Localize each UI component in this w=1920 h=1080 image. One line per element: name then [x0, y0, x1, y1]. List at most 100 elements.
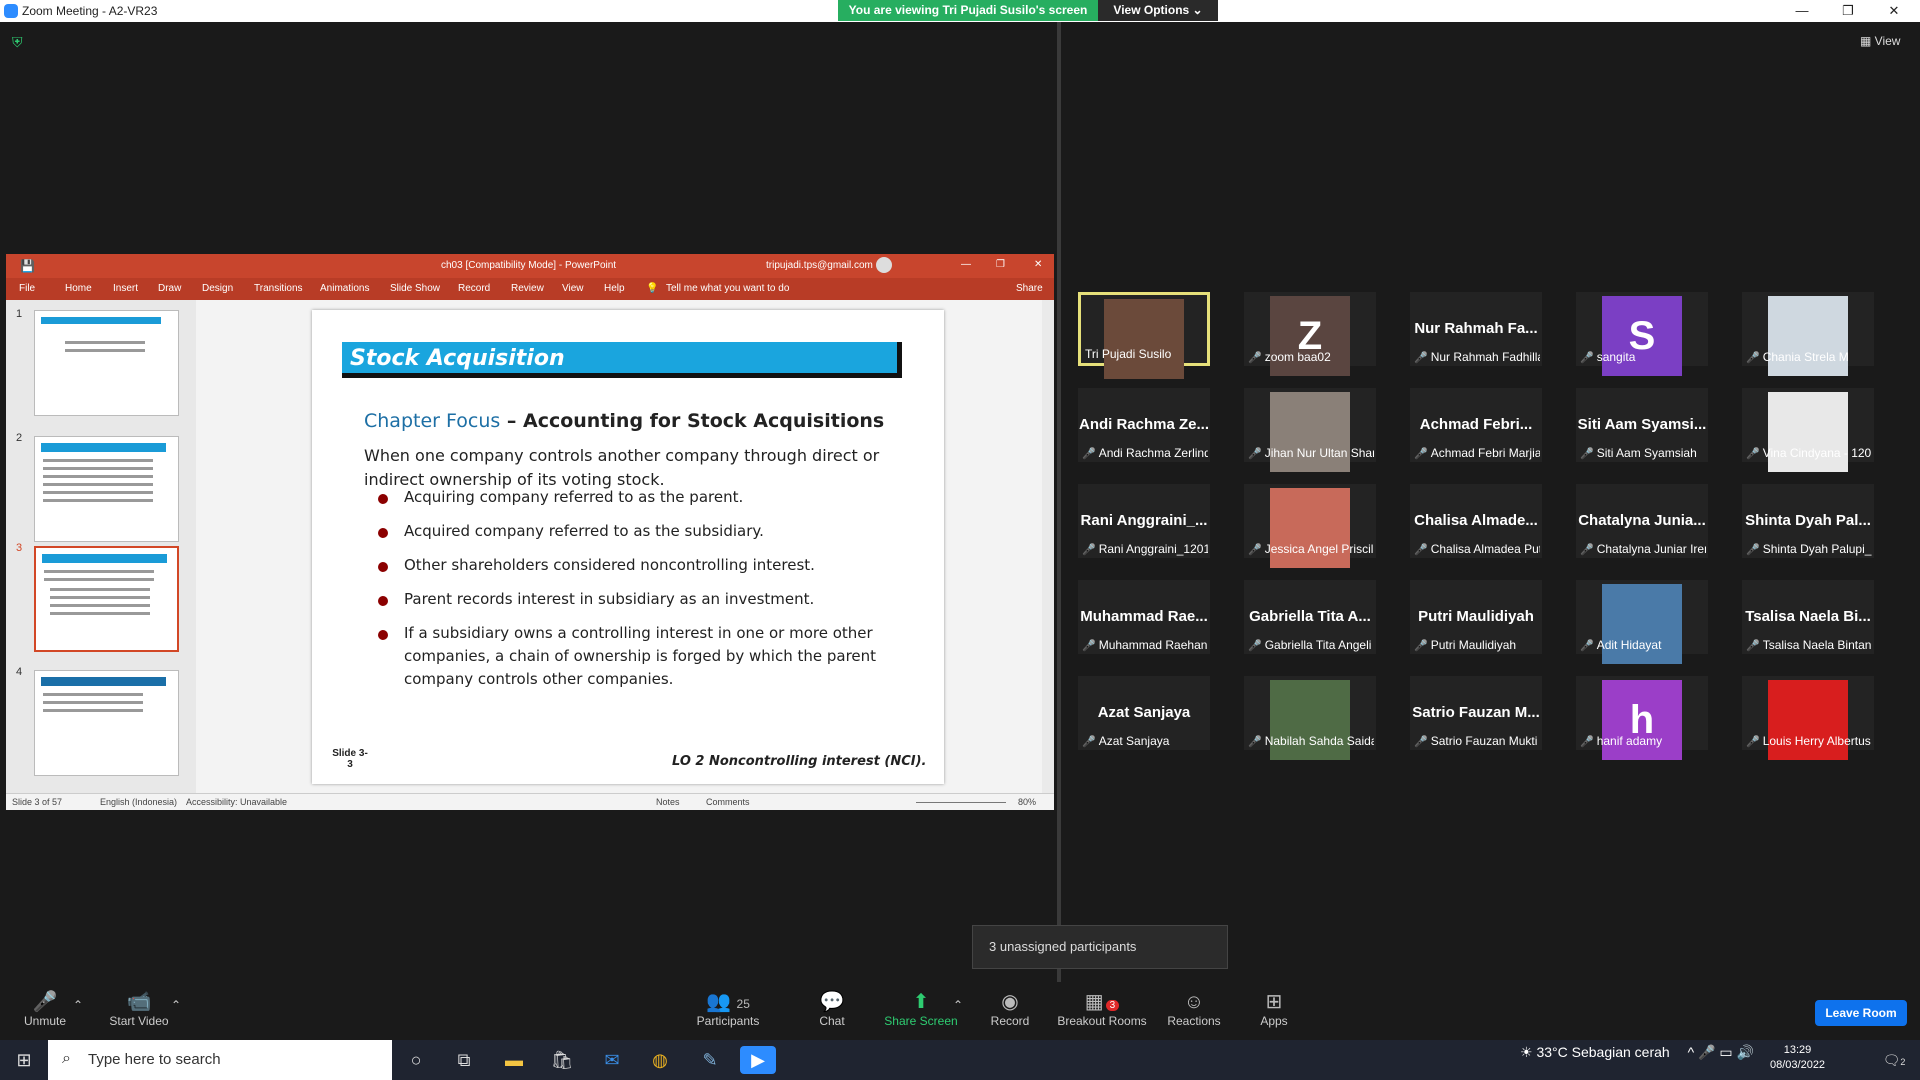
view-options-button[interactable]: View Options ⌄ [1098, 0, 1218, 21]
video-options-chevron-icon[interactable]: ⌃ [168, 998, 184, 1012]
participant-display-name: Andi Rachma Ze... [1078, 416, 1210, 433]
ppt-minimize-icon[interactable]: — [961, 259, 971, 270]
microphone-icon[interactable]: 🎤 [1698, 1044, 1715, 1060]
user-avatar[interactable] [876, 257, 892, 273]
save-icon[interactable]: 💾 [20, 259, 35, 273]
tray-chevron-icon[interactable]: ^ [1688, 1044, 1695, 1060]
ppt-close-icon[interactable]: ✕ [1034, 259, 1042, 270]
record-button[interactable]: ◉ Record [980, 990, 1040, 1028]
ppt-share-button[interactable]: Share [1016, 283, 1043, 294]
tab-view[interactable]: View [562, 283, 584, 294]
participant-name: Tsalisa Naela Bintan ... [1762, 638, 1872, 652]
security-shield-icon[interactable]: ⛨ [12, 34, 28, 52]
notes-button[interactable]: Notes [656, 797, 680, 807]
participant-tile[interactable]: h 🎤 hanif adamy [1576, 676, 1708, 760]
store-icon[interactable]: 🛍 [544, 1046, 580, 1074]
participant-tile[interactable]: Gabriella Tita A... 🎤 Gabriella Tita Angel… [1244, 580, 1376, 654]
participant-tile[interactable]: Nur Rahmah Fa... 🎤Nur Rahmah Fadhilla... [1410, 292, 1542, 366]
leave-room-button[interactable]: Leave Room [1815, 1000, 1907, 1026]
participant-tile[interactable]: Azat Sanjaya 🎤 Azat Sanjaya [1078, 676, 1210, 750]
participant-tile[interactable]: Shinta Dyah Pal... 🎤Shinta Dyah Palupi_12… [1742, 484, 1874, 558]
participant-tile[interactable]: Siti Aam Syamsi... 🎤 Siti Aam Syamsiah [1576, 388, 1708, 462]
accessibility-status[interactable]: Accessibility: Unavailable [186, 797, 287, 807]
chat-button[interactable]: 💬 Chat [800, 990, 864, 1028]
reactions-button[interactable]: ☺ Reactions [1162, 990, 1226, 1028]
participant-tile[interactable]: 🎤 Nabilah Sahda Saidah [1244, 676, 1376, 760]
share-options-chevron-icon[interactable]: ⌃ [950, 998, 966, 1012]
close-button[interactable]: ✕ [1872, 0, 1916, 22]
breakout-rooms-label: Breakout Rooms [1057, 1014, 1147, 1028]
participant-tile[interactable]: Andi Rachma Ze... 🎤Andi Rachma Zerlind... [1078, 388, 1210, 462]
taskbar-search[interactable]: ⌕ Type here to search [48, 1040, 392, 1080]
participant-tile[interactable]: Chalisa Almade... 🎤Chalisa Almadea Putri.… [1410, 484, 1542, 558]
participant-tile[interactable]: Tsalisa Naela Bi... 🎤 Tsalisa Naela Bintan… [1742, 580, 1874, 654]
participant-tile[interactable]: 🎤 Louis Herry Albertus [1742, 676, 1874, 760]
tab-record[interactable]: Record [458, 283, 490, 294]
participant-tile[interactable]: Achmad Febri... 🎤 Achmad Febri Marjia... [1410, 388, 1542, 462]
apps-label: Apps [1260, 1014, 1288, 1028]
participant-tile[interactable]: Z 🎤 zoom baa02 [1244, 292, 1376, 376]
notepad-icon[interactable]: ✎ [692, 1046, 728, 1074]
participant-tile[interactable]: 🎤Vina Cindyana - 1201... [1742, 388, 1874, 472]
unmute-button[interactable]: 🎤 Unmute [20, 990, 70, 1028]
mic-muted-icon: 🎤 [1248, 736, 1262, 748]
slide-thumbnail-4[interactable] [34, 670, 179, 776]
file-explorer-icon[interactable]: ▬ [496, 1046, 532, 1074]
participant-tile[interactable]: 🎤 Jessica Angel Priscillia [1244, 484, 1376, 568]
participant-tile[interactable]: S 🎤 sangita [1576, 292, 1708, 376]
participant-name-label: 🎤 Louis Herry Albertus [1746, 734, 1872, 748]
network-icon[interactable]: ▭ [1719, 1044, 1732, 1060]
mail-icon[interactable]: ✉ [594, 1046, 630, 1074]
participant-tile[interactable]: Chatalyna Junia... 🎤Chatalyna Juniar Iren… [1576, 484, 1708, 558]
tab-home[interactable]: Home [65, 283, 92, 294]
tab-review[interactable]: Review [511, 283, 544, 294]
participant-tile[interactable]: Rani Anggraini_... 🎤Rani Anggraini_12010.… [1078, 484, 1210, 558]
participant-display-name: Siti Aam Syamsi... [1577, 416, 1707, 433]
tab-help[interactable]: Help [604, 283, 625, 294]
participant-tile[interactable]: Muhammad Rae... 🎤 Muhammad Raehan [1078, 580, 1210, 654]
participants-button[interactable]: 👥 25 Participants [690, 990, 766, 1028]
slide-thumbnail-2[interactable] [34, 436, 179, 542]
start-video-button[interactable]: 📹 Start Video [104, 990, 174, 1028]
cortana-icon[interactable]: ○ [398, 1046, 434, 1074]
notification-icon[interactable]: 🗨2 [1876, 1046, 1912, 1074]
slide-thumbnail-1[interactable] [34, 310, 179, 416]
zoom-slider[interactable] [916, 802, 1006, 803]
zoom-taskbar-icon[interactable]: ▶ [740, 1046, 776, 1074]
taskbar-clock[interactable]: 13:29 08/03/2022 [1770, 1043, 1825, 1073]
tab-file[interactable]: File [19, 283, 35, 294]
participant-tile[interactable]: Satrio Fauzan M... 🎤 Satrio Fauzan Mukti .… [1410, 676, 1542, 750]
weather-text[interactable]: 33°C Sebagian cerah [1536, 1044, 1669, 1060]
language[interactable]: English (Indonesia) [100, 797, 177, 807]
audio-options-chevron-icon[interactable]: ⌃ [70, 998, 86, 1012]
participant-tile[interactable]: Tri Pujadi Susilo [1078, 292, 1210, 379]
slide-thumbnail-3[interactable] [34, 546, 179, 652]
volume-icon[interactable]: 🔊 [1737, 1044, 1754, 1060]
apps-button[interactable]: ⊞ Apps [1244, 990, 1304, 1028]
tell-me-search[interactable]: Tell me what you want to do [666, 283, 789, 294]
tab-animations[interactable]: Animations [320, 283, 369, 294]
participant-tile[interactable]: Putri Maulidiyah 🎤 Putri Maulidiyah [1410, 580, 1542, 654]
participant-tile[interactable]: 🎤 Adit Hidayat [1576, 580, 1708, 664]
maximize-button[interactable]: ❐ [1826, 0, 1870, 22]
participant-tile[interactable]: 🎤 Jihan Nur Ultan Shani [1244, 388, 1376, 472]
vertical-scrollbar[interactable] [1042, 300, 1054, 793]
task-view-icon[interactable]: ⧉ [446, 1046, 482, 1074]
breakout-rooms-button[interactable]: ▦ 3 Breakout Rooms [1054, 990, 1150, 1028]
ppt-restore-icon[interactable]: ❐ [996, 259, 1005, 270]
participant-name: Nur Rahmah Fadhilla... [1430, 350, 1540, 364]
tab-design[interactable]: Design [202, 283, 233, 294]
tab-slide-show[interactable]: Slide Show [390, 283, 440, 294]
tab-insert[interactable]: Insert [113, 283, 138, 294]
split-divider[interactable] [1057, 22, 1061, 982]
comments-button[interactable]: Comments [706, 797, 750, 807]
participant-name-label: 🎤 Muhammad Raehan [1082, 638, 1208, 652]
zoom-level[interactable]: 80% [1018, 797, 1036, 807]
view-button[interactable]: ▦ View [1860, 34, 1900, 48]
tab-draw[interactable]: Draw [158, 283, 181, 294]
minimize-button[interactable]: — [1780, 0, 1824, 22]
windows-start-icon[interactable]: ⊞ [6, 1046, 42, 1074]
tab-transitions[interactable]: Transitions [254, 283, 303, 294]
participant-tile[interactable]: 🎤 Chania Strela M [1742, 292, 1874, 376]
chrome-icon[interactable]: ◍ [642, 1046, 678, 1074]
